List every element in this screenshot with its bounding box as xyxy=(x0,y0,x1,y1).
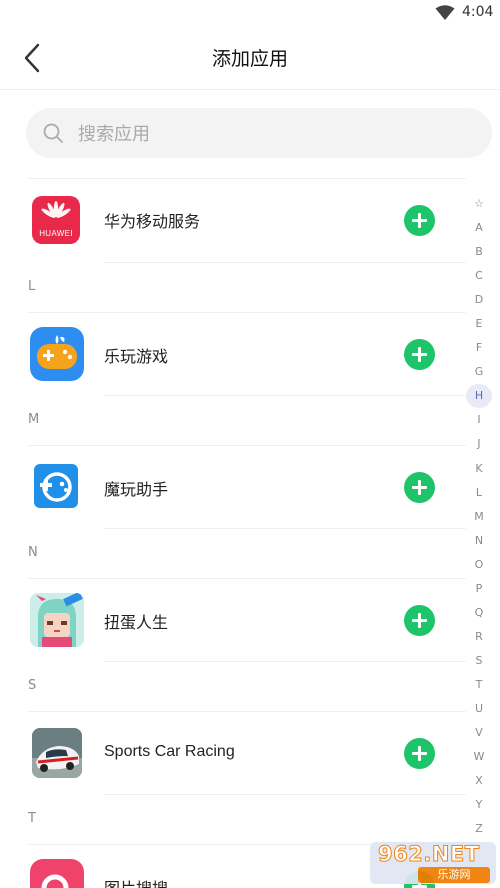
app-name: 乐玩游戏 xyxy=(104,347,169,366)
list-item-sports-car-racing[interactable]: Sports Car Racing xyxy=(0,708,466,798)
index-letter[interactable]: P xyxy=(466,577,492,601)
index-letter[interactable]: K xyxy=(466,457,492,481)
add-button[interactable] xyxy=(404,738,435,769)
index-letter[interactable]: Z xyxy=(466,817,492,841)
header: 添加应用 xyxy=(0,28,500,90)
divider xyxy=(104,528,466,529)
watermark-sub: 乐游网 xyxy=(418,867,490,883)
alphabet-index-bar[interactable]: ☆ A B C D E F G H I J K L M N O P Q R S T U V W X Y Z xyxy=(466,192,492,841)
index-letter[interactable]: U xyxy=(466,697,492,721)
divider xyxy=(104,794,466,795)
index-letter[interactable]: R xyxy=(466,625,492,649)
index-letter[interactable]: D xyxy=(466,288,492,312)
watermark-logo: 962.NET 乐游网 xyxy=(370,842,496,884)
index-letter[interactable]: N xyxy=(466,529,492,553)
page-title: 添加应用 xyxy=(211,48,288,70)
tupian-sousou-app-icon xyxy=(30,859,84,888)
divider xyxy=(104,395,466,396)
index-letter[interactable]: A xyxy=(466,216,492,240)
add-button[interactable] xyxy=(404,339,435,370)
index-letter[interactable]: L xyxy=(466,481,492,505)
race-car-icon xyxy=(32,728,82,778)
divider xyxy=(104,262,466,263)
add-button[interactable] xyxy=(404,605,435,636)
index-letter[interactable]: O xyxy=(466,553,492,577)
index-letter[interactable]: J xyxy=(466,432,492,456)
index-letter[interactable]: G xyxy=(466,360,492,384)
index-letter[interactable]: M xyxy=(466,505,492,529)
app-name: 图片搜搜 xyxy=(104,875,168,888)
lewan-app-icon xyxy=(30,327,84,381)
wifi-icon xyxy=(435,5,455,20)
app-name: 魔玩助手 xyxy=(104,480,169,499)
list-item-lewan[interactable]: 乐玩游戏 xyxy=(0,309,466,399)
status-time: 4:04 xyxy=(462,4,494,20)
sports-car-racing-app-icon xyxy=(32,728,82,778)
section-header-t: T xyxy=(28,811,36,826)
index-letter[interactable]: T xyxy=(466,673,492,697)
section-header-n: N xyxy=(28,545,38,560)
index-letter[interactable]: Q xyxy=(466,601,492,625)
status-bar: 4:04 xyxy=(0,0,500,28)
watermark-brand: 962.NET xyxy=(378,842,480,867)
niudan-app-icon xyxy=(30,593,84,647)
app-name: 扭蛋人生 xyxy=(104,613,169,632)
index-letter[interactable]: B xyxy=(466,240,492,264)
section-header-m: M xyxy=(28,412,40,427)
section-header-l: L xyxy=(28,279,36,294)
image-search-icon xyxy=(41,874,69,888)
gamepad-icon xyxy=(37,335,77,369)
section-header-s: S xyxy=(28,678,37,693)
index-letter[interactable]: C xyxy=(466,264,492,288)
index-letter[interactable]: ☆ xyxy=(466,192,492,216)
search-icon xyxy=(43,123,63,143)
index-letter[interactable]: Y xyxy=(466,793,492,817)
huawei-app-icon: HUAWEI xyxy=(32,196,80,244)
app-name: Sports Car Racing xyxy=(104,743,235,760)
index-letter[interactable]: S xyxy=(466,649,492,673)
list-item-huawei[interactable]: HUAWEI 华为移动服务 xyxy=(0,174,466,264)
add-button[interactable] xyxy=(404,472,435,503)
search-input[interactable]: 搜索应用 xyxy=(26,108,492,158)
index-letter[interactable]: W xyxy=(466,745,492,769)
index-letter[interactable]: V xyxy=(466,721,492,745)
app-name: 华为移动服务 xyxy=(104,212,201,231)
index-letter[interactable]: F xyxy=(466,336,492,360)
index-letter[interactable]: E xyxy=(466,312,492,336)
add-button[interactable] xyxy=(404,205,435,236)
divider xyxy=(104,661,466,662)
anime-girl-icon xyxy=(30,593,84,647)
mowan-face-icon xyxy=(40,472,72,502)
search-placeholder: 搜索应用 xyxy=(78,124,150,145)
index-letter[interactable]: H xyxy=(466,384,492,409)
index-letter[interactable]: X xyxy=(466,769,492,793)
list-item-niudan[interactable]: 扭蛋人生 xyxy=(0,575,466,665)
index-letter[interactable]: I xyxy=(466,408,492,432)
list-item-mowan[interactable]: 魔玩助手 xyxy=(0,442,466,532)
huawei-icon-label: HUAWEI xyxy=(39,229,73,238)
mowan-app-icon xyxy=(34,464,78,508)
